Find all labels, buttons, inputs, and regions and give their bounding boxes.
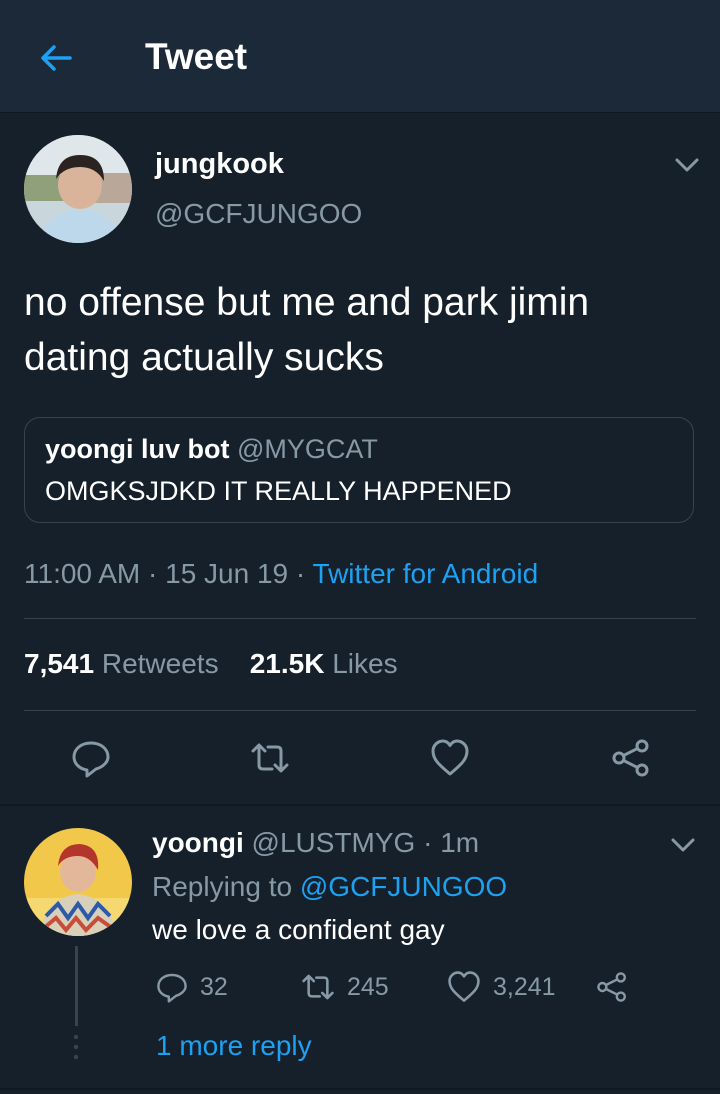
reply-share-button[interactable] (596, 970, 640, 1004)
retweet-icon[interactable] (250, 738, 290, 778)
tweet-source[interactable]: Twitter for Android (313, 558, 539, 589)
tweet-date: 15 Jun 19 (165, 558, 289, 589)
quoted-author-name: yoongi luv bot (45, 434, 230, 464)
tweet-stats: 7,541 Retweets 21.5K Likes (24, 648, 398, 680)
reply-count: 32 (200, 972, 228, 1001)
likes-label[interactable]: Likes (332, 648, 397, 679)
tweet-text: no offense but me and park jimin dating … (24, 281, 590, 379)
chevron-down-icon[interactable] (674, 156, 700, 174)
back-arrow-icon[interactable] (36, 38, 76, 78)
share-icon (597, 972, 626, 1002)
replying-to-handle[interactable]: @GCFJUNGOO (300, 871, 507, 902)
reply-text: we love a confident gay (152, 914, 445, 945)
quoted-author-handle: @MYGCAT (237, 434, 378, 464)
like-icon[interactable] (430, 738, 470, 778)
replying-to: Replying to @GCFJUNGOO (152, 871, 507, 903)
quoted-text: OMGKSJDKD IT REALLY HAPPENED (45, 476, 512, 506)
quoted-author: yoongi luv bot @MYGCAT (45, 434, 378, 465)
thread-line (75, 946, 78, 1026)
reply-author-handle[interactable]: @LUSTMYG (252, 827, 416, 858)
reply-icon (157, 973, 187, 1003)
tweet-meta: 11:00 AM · 15 Jun 19 · Twitter for Andro… (24, 558, 538, 590)
reply-retweet-button[interactable]: 245 (301, 970, 389, 1004)
retweets-label[interactable]: Retweets (102, 648, 219, 679)
quoted-tweet[interactable]: yoongi luv bot @MYGCAT OMGKSJDKD IT REAL… (24, 417, 694, 523)
chevron-down-icon[interactable] (670, 836, 696, 854)
retweet-count: 245 (347, 972, 389, 1001)
reply-author: yoongi @LUSTMYG · 1m (152, 827, 479, 859)
like-count: 3,241 (493, 972, 556, 1001)
likes-count[interactable]: 21.5K (250, 648, 325, 679)
like-icon (448, 971, 480, 1002)
divider (24, 710, 696, 711)
reply-icon[interactable] (71, 738, 111, 778)
share-icon[interactable] (611, 738, 651, 778)
thread-dots-icon (71, 1034, 81, 1060)
author-name[interactable]: jungkook (155, 148, 284, 181)
section-divider (0, 1088, 720, 1090)
reply-like-button[interactable]: 3,241 (447, 970, 556, 1004)
tweet-time: 11:00 AM (24, 558, 141, 589)
reply-age: 1m (440, 827, 480, 858)
meta-separator: · (295, 558, 306, 589)
meta-separator: · (423, 827, 433, 858)
retweet-icon (302, 974, 334, 1000)
page-title: Tweet (145, 36, 248, 77)
top-bar: Tweet (0, 0, 720, 113)
replying-prefix: Replying to (152, 871, 293, 902)
meta-separator: · (148, 558, 158, 589)
divider (24, 618, 696, 619)
reply-reply-button[interactable]: 32 (156, 970, 228, 1004)
author-handle[interactable]: @GCFJUNGOO (155, 198, 362, 230)
more-replies-link[interactable]: 1 more reply (156, 1030, 312, 1062)
section-divider (0, 804, 720, 806)
avatar[interactable] (24, 135, 132, 243)
reply-avatar[interactable] (24, 828, 132, 936)
reply-author-name[interactable]: yoongi (152, 827, 244, 858)
retweets-count[interactable]: 7,541 (24, 648, 94, 679)
